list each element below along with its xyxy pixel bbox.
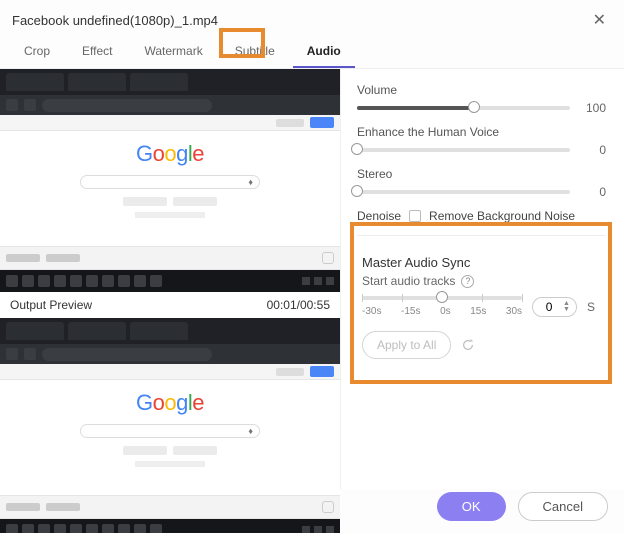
sync-tick: 30s: [506, 306, 522, 317]
sync-subtitle: Start audio tracks: [362, 274, 455, 288]
sync-value-input[interactable]: [539, 300, 559, 314]
browser-tabbar: [0, 69, 340, 95]
preview-pane: Google ♦ Output Preview 00:01/00:55: [0, 69, 340, 489]
sync-value-spinner[interactable]: ▲ ▼: [532, 297, 577, 317]
sync-unit: S: [587, 300, 595, 314]
stereo-slider[interactable]: [357, 190, 570, 194]
sync-tick: -30s: [362, 306, 381, 317]
enhance-voice-slider[interactable]: [357, 148, 570, 152]
master-audio-sync-section: Master Audio Sync Start audio tracks ? -…: [357, 248, 606, 372]
sync-tick: -15s: [401, 306, 420, 317]
reset-icon[interactable]: [461, 338, 475, 352]
tab-subtitle[interactable]: Subtitle: [221, 36, 289, 68]
browser-addressbar: [0, 95, 340, 115]
window-title: Facebook undefined(1080p)_1.mp4: [12, 13, 218, 28]
sync-tick: 0s: [440, 306, 451, 317]
volume-value: 100: [582, 101, 606, 115]
tab-bar: Crop Effect Watermark Subtitle Audio: [0, 36, 624, 69]
apply-to-all-button[interactable]: Apply to All: [362, 331, 451, 359]
volume-label: Volume: [357, 83, 606, 97]
denoise-checkbox[interactable]: [409, 210, 421, 222]
stereo-label: Stereo: [357, 167, 606, 181]
source-preview: Google ♦: [0, 69, 340, 292]
ok-button[interactable]: OK: [437, 492, 506, 521]
output-preview-header: Output Preview 00:01/00:55: [0, 292, 340, 318]
cancel-button[interactable]: Cancel: [518, 492, 608, 521]
google-logo: Google: [136, 141, 204, 167]
caret-down-icon[interactable]: ▼: [563, 307, 570, 313]
time-display: 00:01/00:55: [267, 298, 330, 312]
sync-tick: 15s: [470, 306, 486, 317]
sync-title: Master Audio Sync: [362, 255, 595, 270]
enhance-voice-value: 0: [582, 143, 606, 157]
output-preview: Google ♦: [0, 318, 340, 533]
tab-crop[interactable]: Crop: [10, 36, 64, 68]
search-box-mock: ♦: [80, 175, 260, 189]
enhance-voice-label: Enhance the Human Voice: [357, 125, 606, 139]
tab-watermark[interactable]: Watermark: [130, 36, 216, 68]
denoise-label: Denoise: [357, 209, 401, 223]
close-icon[interactable]: ✕: [587, 8, 612, 32]
dialog-footer: OK Cancel: [437, 492, 608, 521]
audio-settings-pane: Volume 100 Enhance the Human Voice 0: [340, 69, 624, 489]
title-bar: Facebook undefined(1080p)_1.mp4 ✕: [0, 0, 624, 36]
denoise-checkbox-label: Remove Background Noise: [429, 209, 575, 223]
stereo-value: 0: [582, 185, 606, 199]
tab-audio[interactable]: Audio: [293, 36, 355, 68]
help-icon[interactable]: ?: [461, 275, 474, 288]
sync-slider[interactable]: [362, 296, 522, 300]
tab-effect[interactable]: Effect: [68, 36, 126, 68]
volume-slider[interactable]: [357, 106, 570, 110]
output-preview-label: Output Preview: [10, 298, 92, 312]
